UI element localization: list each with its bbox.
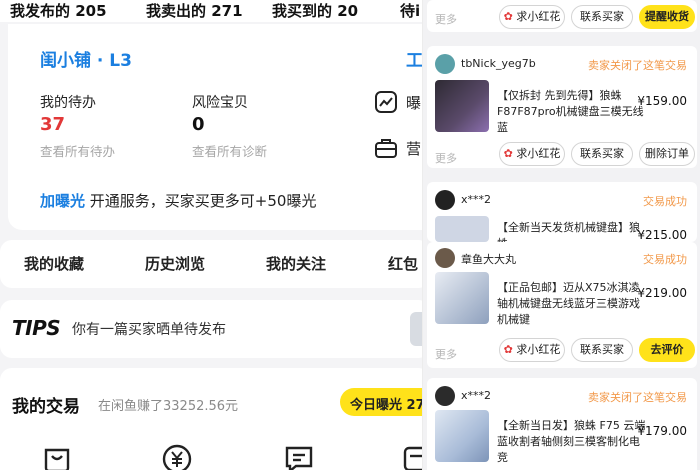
my-profile-panel: 我发布的 205 我卖出的 271 我买到的 20 待i 闺小铺 · L3 工 … bbox=[0, 0, 422, 470]
more-link[interactable]: 更多 bbox=[435, 346, 457, 362]
tips-text: 你有一篇买家晒单待发布 bbox=[72, 322, 226, 338]
product-price: ¥219.00 bbox=[637, 286, 687, 300]
product-title[interactable]: 【全新当日发】狼蛛 F75 云端蓝收割者轴侧刻三模客制化电竞 bbox=[497, 418, 647, 466]
ask-flower-button[interactable]: ✿ 求小红花 bbox=[499, 142, 565, 166]
todo-count[interactable]: 37 bbox=[40, 114, 65, 135]
trend-chart-icon[interactable] bbox=[374, 90, 398, 114]
today-exposure-badge[interactable]: 今日曝光 272 bbox=[340, 388, 422, 416]
buyer-name[interactable]: 章鱼大大丸 bbox=[461, 251, 516, 267]
ask-flower-label: 求小红花 bbox=[516, 343, 561, 356]
list-icon[interactable] bbox=[400, 440, 422, 470]
trade-earnings: 在闲鱼赚了33252.56元 bbox=[98, 399, 239, 414]
product-price: ¥159.00 bbox=[637, 94, 687, 108]
buyer-name[interactable]: x***2 bbox=[461, 389, 491, 402]
remind-receipt-button[interactable]: 提醒收货 bbox=[639, 5, 695, 29]
bag-icon[interactable] bbox=[40, 440, 74, 470]
contact-buyer-button[interactable]: 联系买家 bbox=[571, 142, 633, 166]
ask-flower-label: 求小红花 bbox=[516, 10, 561, 23]
product-price: ¥179.00 bbox=[637, 424, 687, 438]
tips-card[interactable]: TIPS 你有一篇买家晒单待发布 bbox=[0, 300, 422, 358]
buyer-name[interactable]: tbNick_yeg7b bbox=[461, 57, 536, 70]
flower-icon: ✿ bbox=[503, 343, 513, 356]
my-trade-card: 我的交易 在闲鱼赚了33252.56元 今日曝光 272 bbox=[0, 368, 422, 470]
nav-favorites[interactable]: 我的收藏 bbox=[24, 253, 84, 274]
order-card[interactable]: tbNick_yeg7b 卖家关闭了这笔交易 【仅拆封 先到先得】狼蛛F87F8… bbox=[427, 46, 697, 168]
trade-title: 我的交易 bbox=[12, 397, 80, 417]
sold-count[interactable]: 我卖出的 271 bbox=[146, 0, 243, 21]
shop-card: 闺小铺 · L3 工 我的待办 37 查看所有待办 风险宝贝 0 查看所有诊断 … bbox=[8, 24, 422, 230]
bought-count[interactable]: 我买到的 20 bbox=[272, 0, 358, 21]
order-card[interactable]: 章鱼大大丸 交易成功 【正品包邮】迈从X75冰淇凌轴机械键盘无线蓝牙三模游戏机械… bbox=[427, 242, 697, 368]
quick-nav: 我的收藏 历史浏览 我的关注 红包 bbox=[0, 240, 422, 288]
published-count[interactable]: 我发布的 205 bbox=[10, 0, 107, 21]
order-card[interactable]: x***2 卖家关闭了这笔交易 【全新当日发】狼蛛 F75 云端蓝收割者轴侧刻三… bbox=[427, 378, 697, 470]
review-button[interactable]: 去评价 bbox=[639, 338, 695, 362]
product-thumbnail[interactable] bbox=[435, 216, 489, 242]
product-thumbnail[interactable] bbox=[435, 80, 489, 132]
pending-count[interactable]: 待i bbox=[400, 0, 420, 21]
order-status: 交易成功 bbox=[643, 195, 687, 208]
contact-buyer-button[interactable]: 联系买家 bbox=[571, 5, 633, 29]
flower-icon: ✿ bbox=[503, 147, 513, 160]
promo-text: 开通服务，买家买更多可+50曝光 bbox=[89, 192, 317, 210]
exposure-promo[interactable]: 加曝光 开通服务，买家买更多可+50曝光 bbox=[40, 190, 316, 211]
risk-label: 风险宝贝 bbox=[192, 95, 248, 111]
buyer-avatar bbox=[435, 190, 455, 210]
product-price: ¥215.00 bbox=[637, 228, 687, 242]
delete-order-button[interactable]: 删除订单 bbox=[639, 142, 695, 166]
tips-logo: TIPS bbox=[12, 316, 61, 340]
ask-flower-label: 求小红花 bbox=[516, 147, 561, 160]
buyer-avatar bbox=[435, 248, 455, 268]
chat-icon[interactable] bbox=[282, 440, 316, 470]
yuan-icon[interactable] bbox=[160, 440, 194, 470]
more-link[interactable]: 更多 bbox=[435, 150, 457, 166]
nav-redpacket[interactable]: 红包 bbox=[388, 253, 418, 274]
tips-thumbnail bbox=[410, 312, 422, 346]
ask-flower-button[interactable]: ✿ 求小红花 bbox=[499, 5, 565, 29]
product-thumbnail[interactable] bbox=[435, 272, 489, 324]
ask-flower-button[interactable]: ✿ 求小红花 bbox=[499, 338, 565, 362]
contact-buyer-button[interactable]: 联系买家 bbox=[571, 338, 633, 362]
order-status: 卖家关闭了这笔交易 bbox=[588, 391, 687, 404]
workbench-link[interactable]: 工 bbox=[406, 46, 422, 71]
todo-label: 我的待办 bbox=[40, 95, 96, 111]
shop-name[interactable]: 闺小铺 · L3 bbox=[40, 46, 132, 71]
more-link[interactable]: 更多 bbox=[435, 11, 457, 27]
order-card: 更多 ✿ 求小红花 联系买家 提醒收货 bbox=[427, 0, 697, 32]
nav-history[interactable]: 历史浏览 bbox=[145, 253, 205, 274]
briefcase-icon[interactable] bbox=[374, 136, 398, 160]
order-list-panel: 更多 ✿ 求小红花 联系买家 提醒收货 tbNick_yeg7b 卖家关闭了这笔… bbox=[422, 0, 700, 470]
marketing-tool-label[interactable]: 营 bbox=[406, 138, 421, 159]
buyer-name[interactable]: x***2 bbox=[461, 193, 491, 206]
nav-following[interactable]: 我的关注 bbox=[266, 253, 326, 274]
product-thumbnail[interactable] bbox=[435, 410, 489, 462]
order-status: 卖家关闭了这笔交易 bbox=[588, 59, 687, 72]
flower-icon: ✿ bbox=[503, 10, 513, 23]
product-title[interactable]: 【正品包邮】迈从X75冰淇凌轴机械键盘无线蓝牙三模游戏机械键 bbox=[497, 280, 647, 328]
buyer-avatar bbox=[435, 54, 455, 74]
exposure-tool-label[interactable]: 曝 bbox=[406, 92, 421, 113]
stats-bar: 我发布的 205 我卖出的 271 我买到的 20 待i bbox=[0, 0, 422, 22]
buyer-avatar bbox=[435, 386, 455, 406]
product-title[interactable]: 【仅拆封 先到先得】狼蛛F87F87pro机械键盘三模无线蓝 bbox=[497, 88, 647, 136]
promo-highlight: 加曝光 bbox=[40, 192, 86, 210]
view-all-diagnosis-link[interactable]: 查看所有诊断 bbox=[192, 141, 267, 160]
order-card[interactable]: x***2 交易成功 【全新当天发货机械键盘】狼蛛 ¥215.00 bbox=[427, 182, 697, 250]
risk-count[interactable]: 0 bbox=[192, 114, 205, 135]
view-all-todo-link[interactable]: 查看所有待办 bbox=[40, 141, 115, 160]
order-status: 交易成功 bbox=[643, 253, 687, 266]
